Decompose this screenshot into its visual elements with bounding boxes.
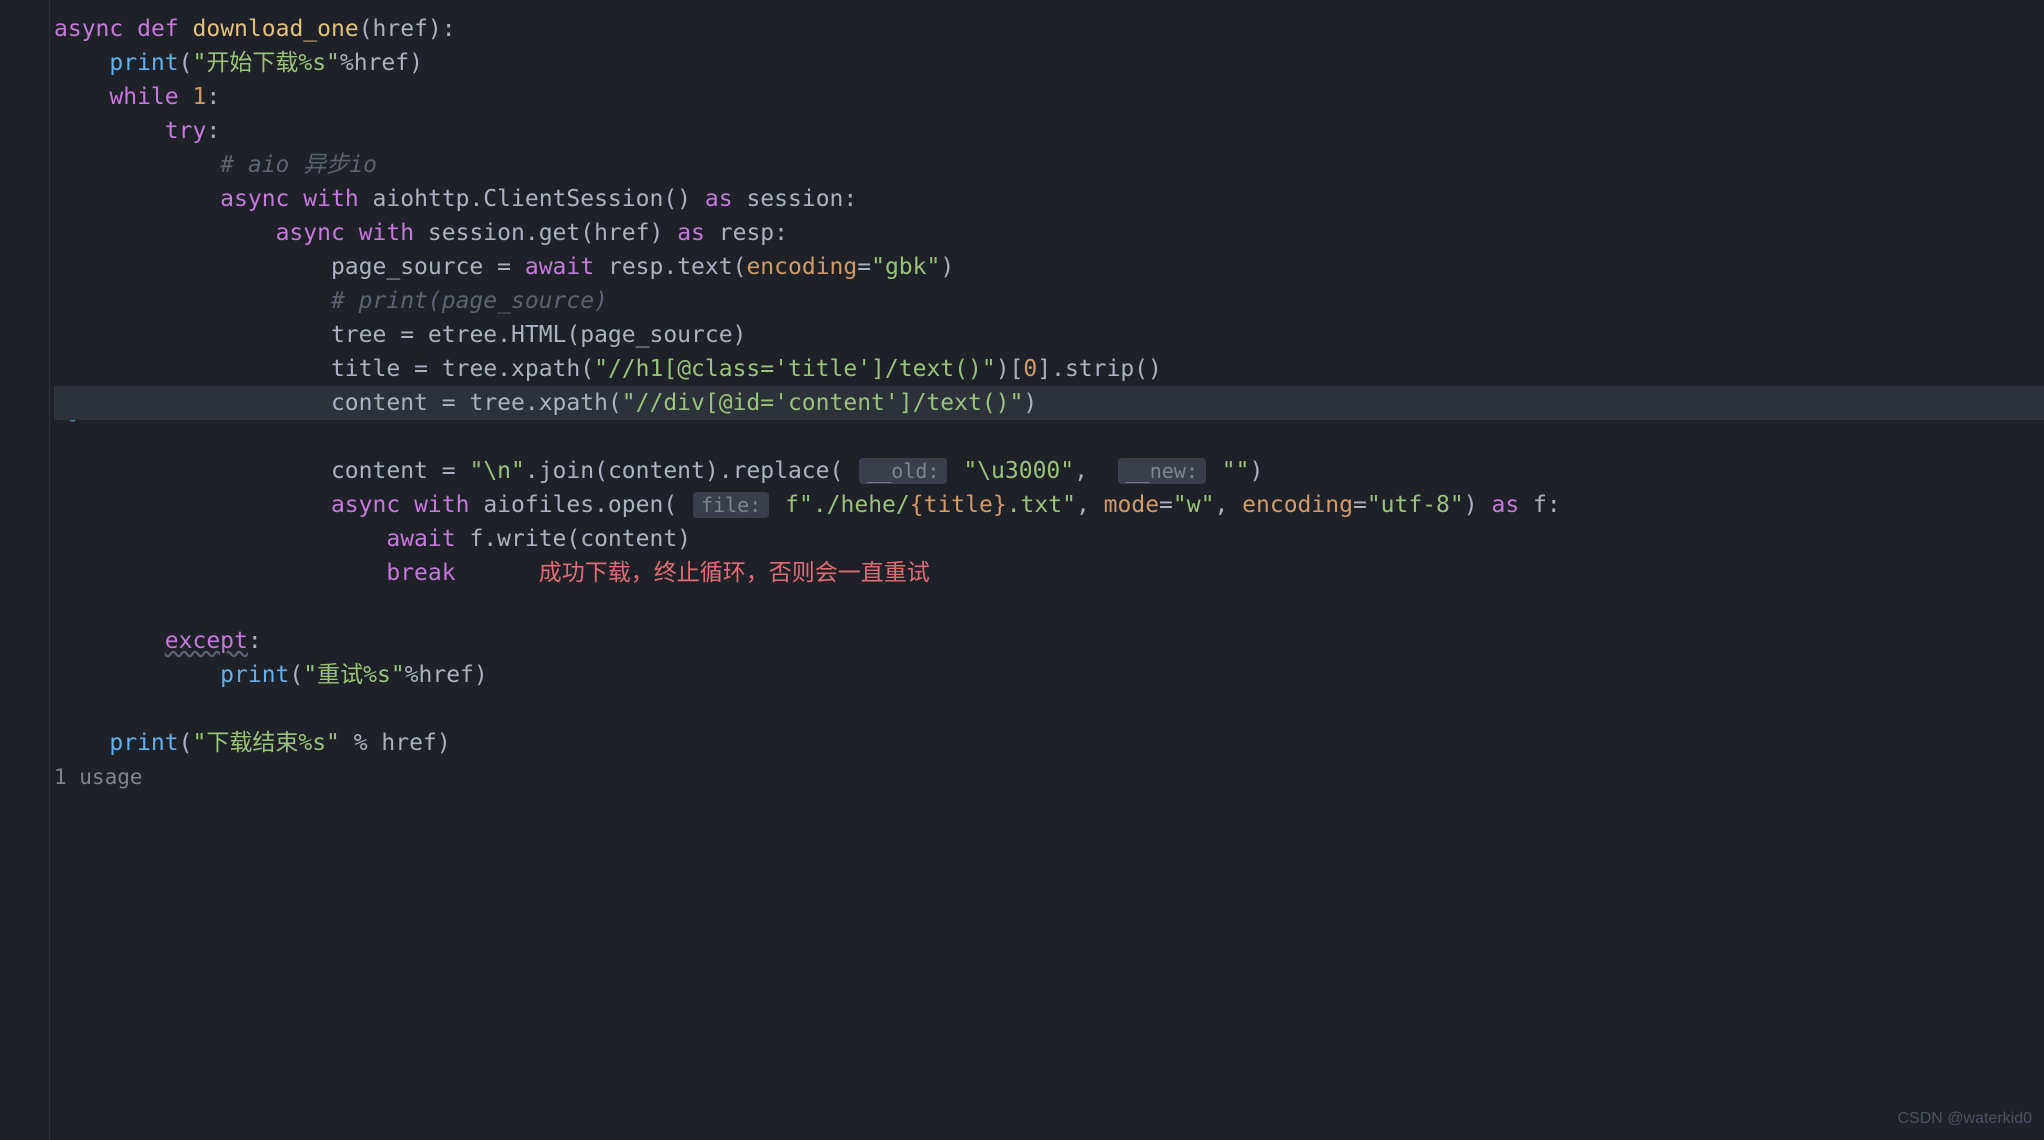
keyword-async: async xyxy=(54,16,123,42)
code-line-current[interactable]: content = tree.xpath("//div[@id='content… xyxy=(54,386,2044,420)
code-line-blank[interactable] xyxy=(54,692,2044,726)
param-hint: __old: xyxy=(859,458,947,484)
code-line[interactable]: async with aiohttp.ClientSession() as se… xyxy=(54,182,2044,216)
code-line[interactable]: print("重试%s"%href) xyxy=(54,658,2044,692)
code-line[interactable]: page_source = await resp.text(encoding="… xyxy=(54,250,2044,284)
code-line[interactable]: tree = etree.HTML(page_source) xyxy=(54,318,2044,352)
editor: 💡 async def download_one(href): print("开… xyxy=(0,0,2044,1140)
usage-hint[interactable]: 1 usage xyxy=(54,760,2044,794)
code-line[interactable] xyxy=(54,0,2044,12)
inline-comment: 成功下载，终止循环，否则会一直重试 xyxy=(539,560,930,586)
keyword-break: break xyxy=(386,560,455,586)
code-line[interactable]: async with session.get(href) as resp: xyxy=(54,216,2044,250)
param-hint: file: xyxy=(693,492,769,518)
code-line[interactable]: async def download_one(href): xyxy=(54,12,2044,46)
watermark: CSDN @waterkid0 xyxy=(1898,1102,2033,1136)
code-line[interactable]: # aio 异步io xyxy=(54,148,2044,182)
code-line[interactable]: while 1: xyxy=(54,80,2044,114)
keyword-try: try xyxy=(165,118,207,144)
code-line[interactable]: break 成功下载，终止循环，否则会一直重试 xyxy=(54,556,2044,590)
code-line[interactable]: async with aiofiles.open( file: f"./hehe… xyxy=(54,488,2044,522)
code-line-blank[interactable] xyxy=(54,420,2044,454)
gutter xyxy=(0,0,50,1140)
code-line[interactable]: await f.write(content) xyxy=(54,522,2044,556)
function-name: download_one xyxy=(193,16,359,42)
keyword-def: def xyxy=(137,16,179,42)
keyword-while: while xyxy=(109,84,178,110)
comment: # print(page_source) xyxy=(331,288,608,314)
code-line[interactable]: print("下载结束%s" % href) xyxy=(54,726,2044,760)
code-line-blank[interactable] xyxy=(54,590,2044,624)
usage-label: 1 usage xyxy=(54,765,143,789)
number: 1 xyxy=(193,84,207,110)
params: (href): xyxy=(359,16,456,42)
comment: # aio 异步io xyxy=(220,152,377,178)
builtin-print: print xyxy=(109,50,178,76)
code-line[interactable]: try: xyxy=(54,114,2044,148)
string: "开始下载%s" xyxy=(193,50,340,76)
param-hint: __new: xyxy=(1118,458,1206,484)
code-line[interactable]: print("开始下载%s"%href) xyxy=(54,46,2044,80)
code-line[interactable]: content = "\n".join(content).replace( __… xyxy=(54,454,2044,488)
code-line[interactable]: # print(page_source) xyxy=(54,284,2044,318)
code-area[interactable]: async def download_one(href): print("开始下… xyxy=(50,0,2044,1140)
code-line[interactable]: except: xyxy=(54,624,2044,658)
code-line[interactable]: title = tree.xpath("//h1[@class='title']… xyxy=(54,352,2044,386)
keyword-except: except xyxy=(165,628,248,654)
